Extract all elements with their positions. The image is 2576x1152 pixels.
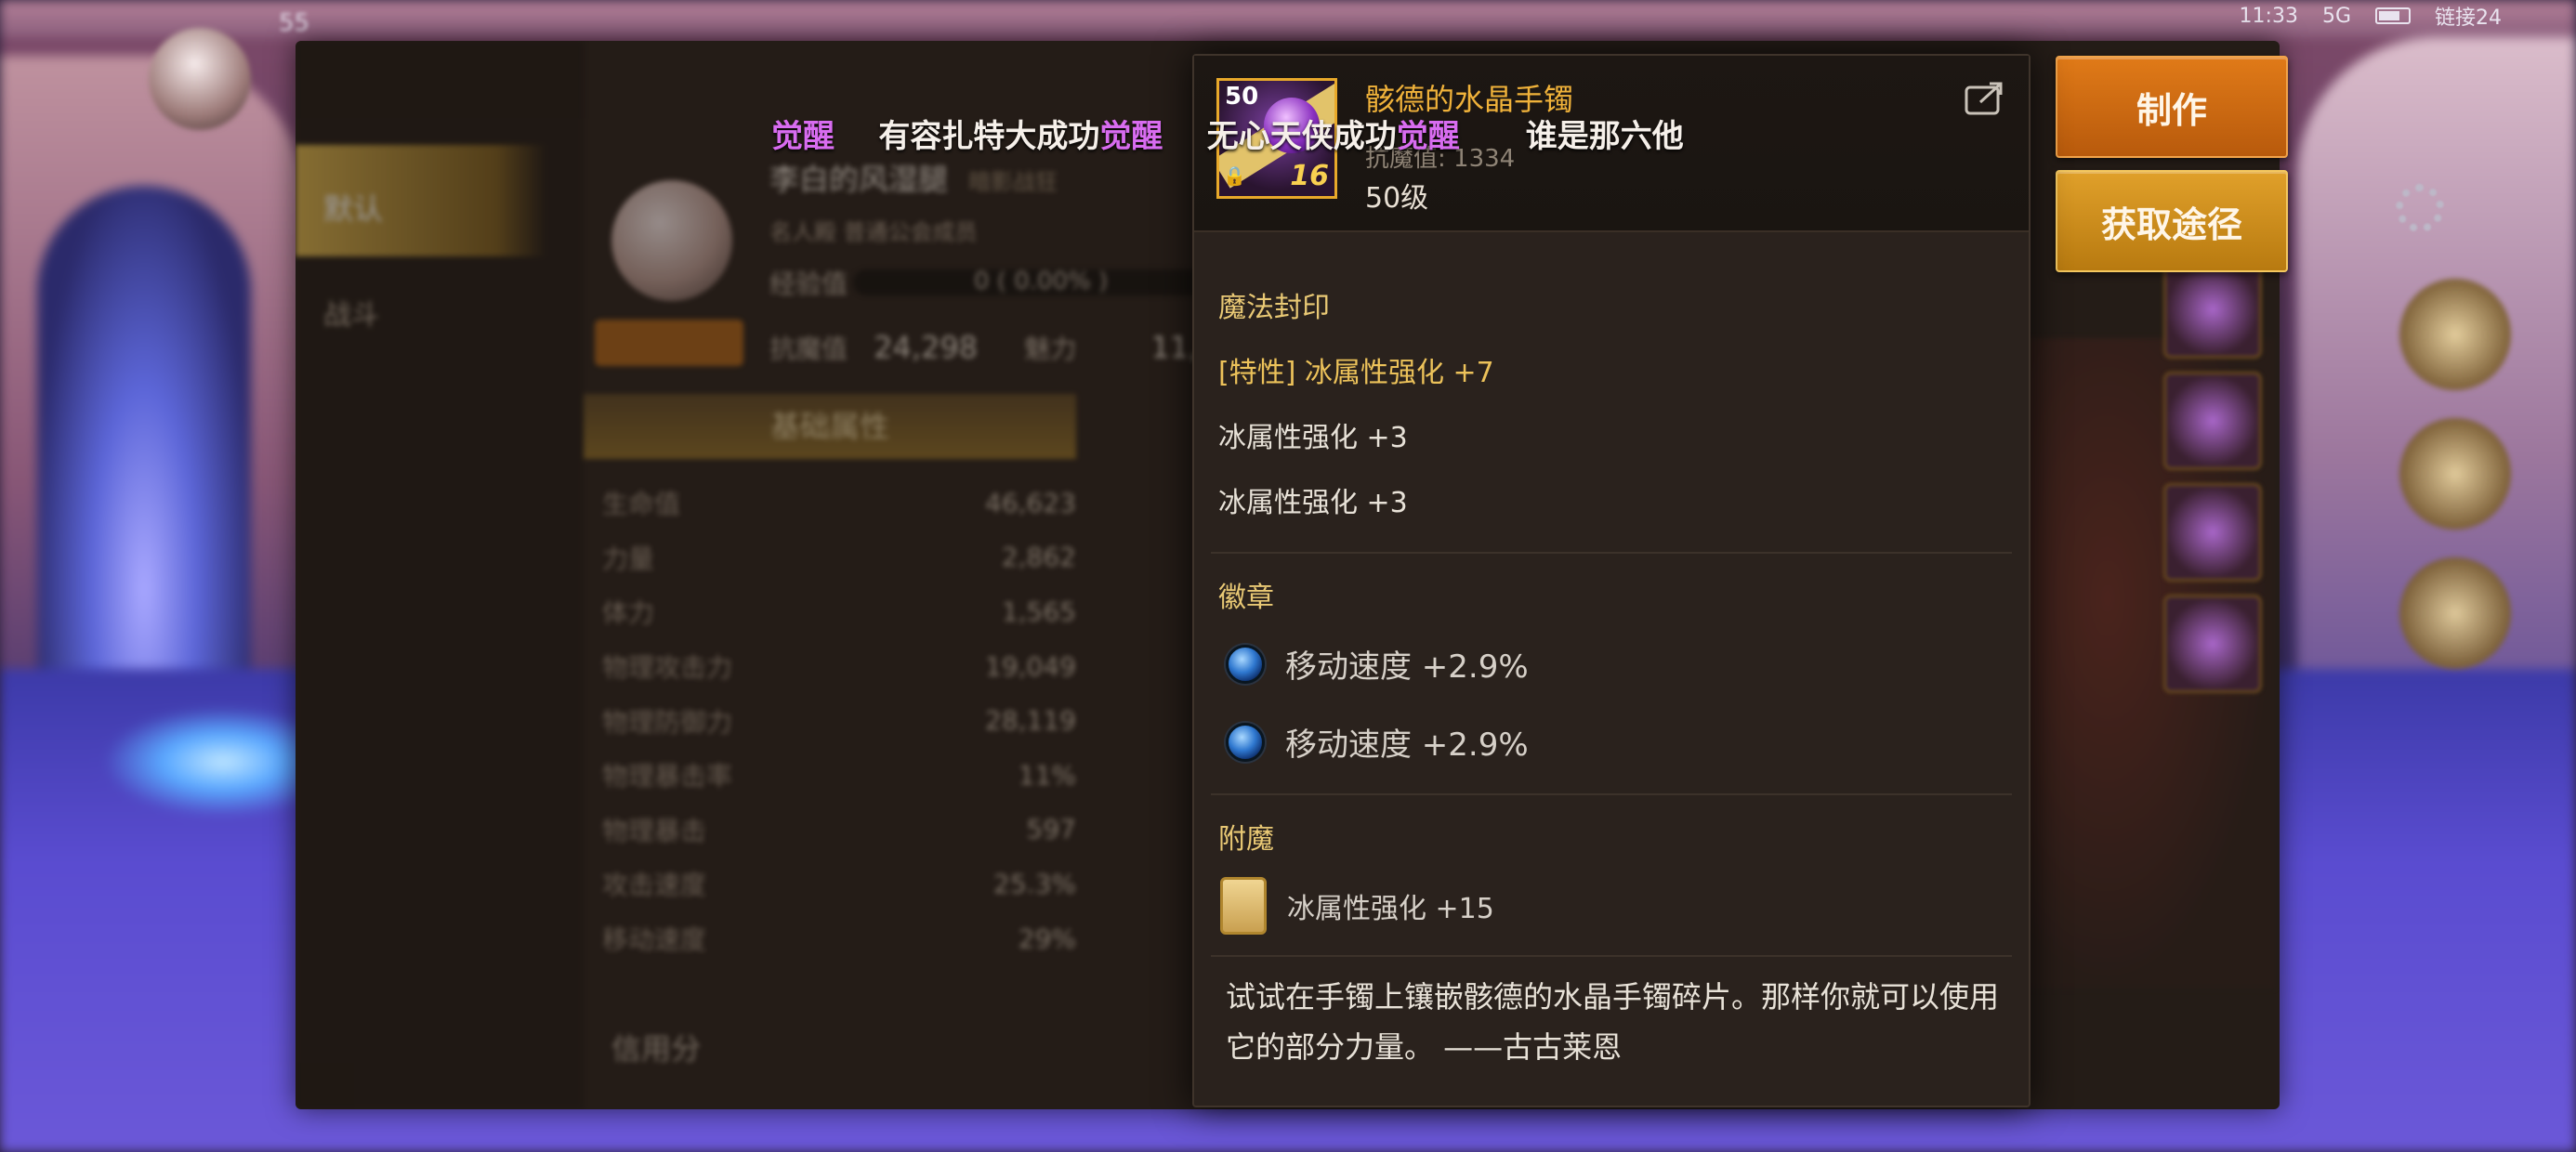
equip-slot[interactable] [2163,372,2262,470]
announcement-text: 有容扎特大成功 [835,117,1100,155]
credit-score-label[interactable]: 信用分 [611,1026,701,1068]
equipment-slots [2163,260,2262,693]
tab-battle[interactable]: 战斗 [323,292,379,333]
character-avatar [611,180,732,301]
emblem-row: 移动速度 +2.9% [1226,641,1529,687]
status-bar: 11:33 5G 链接24 [2240,0,2502,32]
attribute-row: 移动速度 29% [602,911,1076,966]
equip-slot[interactable] [2163,260,2262,359]
battery-icon [2375,7,2411,24]
magic-seal-line: 冰属性强化 +3 [1218,487,1408,519]
power-label: 抗魔值 [769,334,848,364]
make-button[interactable]: 制作 [2056,56,2288,158]
divider [1211,955,2012,957]
emblem-title: 徽章 [1218,582,1274,614]
emblem-row: 移动速度 +2.9% [1226,719,1529,765]
player-avatar[interactable] [149,28,251,130]
attribute-label: 物理暴击率 [602,761,733,792]
attribute-label: 生命值 [602,489,681,520]
attribute-value: 2,862 [1001,542,1076,573]
game-side-menu [2399,279,2539,697]
divider [1211,793,2012,795]
equip-slot[interactable] [2163,595,2262,693]
power-value: 24,298 [874,330,979,365]
attribute-value: 11% [1018,759,1076,791]
attribute-label: 物理攻击力 [602,652,733,684]
guild-line: 名人殿 普通公会成员 [769,219,978,245]
attribute-row: 物理暴击 597 [602,803,1076,857]
emblem-orb-icon [1226,722,1265,762]
item-description: 试试在手镯上镶嵌骸德的水晶手镯碎片。那样你就可以使用它的部分力量。 ——古古莱恩 [1226,979,2000,1065]
attribute-value: 1,565 [1001,596,1076,627]
magic-seal-line: [特性] 冰属性强化 +7 [1218,357,1494,389]
attribute-row: 攻击速度 25.3% [602,857,1076,911]
attribute-list: 生命值 46,623 力量 2,862 体力 1,565 物理攻击力 19,049 物理防御力 2… [602,476,1076,965]
attribute-row: 物理暴击率 11% [602,748,1076,803]
attribute-label: 移动速度 [602,924,707,956]
attribute-value: 19,049 [985,650,1076,682]
attribute-value: 29% [1018,923,1076,954]
enchant-text: 冰属性强化 +15 [1287,893,1494,925]
lock-icon: 🔒 [1223,164,1246,187]
menu-icon[interactable] [2399,279,2511,390]
awaken-highlight: 觉醒 [1396,117,1460,155]
attribute-label: 攻击速度 [602,870,707,901]
attribute-row: 体力 1,565 [602,584,1076,639]
attribute-value: 46,623 [985,487,1076,518]
enchant-title: 附魔 [1218,823,1274,856]
awaken-highlight: 觉醒 [1099,117,1163,155]
announcement-text: 谁是那六他 [1459,117,1684,155]
signal: 5G [2321,4,2351,28]
announcement-marquee: 觉醒 有容扎特大成功 觉醒 无心天侠成功 觉醒 谁是那六他 [771,104,1794,162]
attribute-row: 生命值 46,623 [602,476,1076,530]
obtain-route-button[interactable]: 获取途径 [2056,170,2288,272]
attribute-label: 物理暴击 [602,815,707,846]
charm-label: 魅力 [1024,334,1077,364]
attribute-row: 物理攻击力 19,049 [602,639,1076,694]
magic-seal-title: 魔法封印 [1218,292,1330,324]
equip-slot[interactable] [2163,483,2262,582]
share-icon[interactable] [1964,80,2004,117]
attribute-row: 物理防御力 28,119 [602,693,1076,748]
magic-seal-line: 冰属性强化 +3 [1218,422,1408,454]
character-name: 李白的风湿腿 [769,162,949,197]
change-title-button[interactable] [595,320,743,366]
emblem-text: 移动速度 +2.9% [1285,648,1529,686]
emblem-text: 移动速度 +2.9% [1285,727,1529,764]
enchant-card-icon [1220,877,1267,935]
class-tag: 暗影战狂 [968,169,1058,195]
awaken-highlight: 觉醒 [771,117,835,155]
announcement-text: 无心天侠成功 [1163,117,1397,155]
emblem-orb-icon [1226,644,1265,684]
exp-label: 经验值 [769,268,848,299]
attribute-label: 物理防御力 [602,706,733,738]
attribute-value: 28,119 [985,705,1076,737]
exp-value: 0 ( 0.00% ) [974,268,1109,295]
item-tooltip: 50 🔒 16 骸德的水晶手镯 抗魔值: 1334 50级 魔法封印 [特性] … [1192,54,2031,1107]
menu-icon[interactable] [2399,418,2511,530]
menu-icon[interactable] [2399,557,2511,669]
attribute-value: 25.3% [993,868,1076,899]
item-level: 50级 [1365,182,1429,215]
attribute-value: 597 [1026,814,1076,845]
attribute-label: 体力 [602,597,655,629]
player-level: 55 [279,9,310,37]
gear-icon[interactable] [2396,184,2444,232]
enchant-row: 冰属性强化 +15 [1220,877,1494,935]
basic-attributes-header: 基础属性 [584,394,1076,459]
upgrade-level: 16 [1290,160,1329,192]
tab-default[interactable]: 默认 [296,145,546,256]
attribute-label: 力量 [602,543,655,574]
attribute-row: 力量 2,862 [602,530,1076,585]
divider [1211,552,2012,554]
clock: 11:33 [2239,4,2298,28]
battery-label: 链接24 [2435,7,2502,30]
